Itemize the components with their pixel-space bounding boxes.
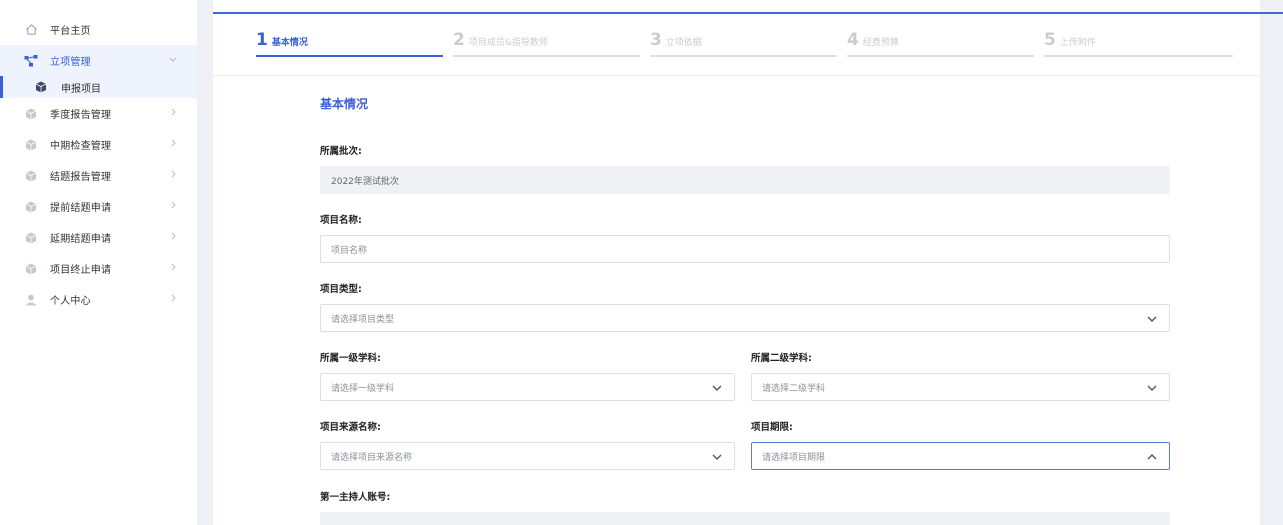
step-number: 3: [650, 30, 662, 50]
step-label: 项目成员&指导教师: [468, 38, 548, 48]
cube-icon: [24, 107, 38, 121]
chevron-right-icon: [171, 263, 177, 274]
user-icon: [24, 293, 38, 307]
sidebar-item-label: 个人中心: [50, 296, 91, 307]
sidebar-item-quarterly-report[interactable]: 季度报告管理: [0, 98, 197, 129]
cube-icon: [35, 81, 47, 93]
host-account-label: 第一主持人账号:: [320, 492, 391, 503]
host-account-field: [320, 512, 1170, 525]
project-name-placeholder: 项目名称: [331, 245, 368, 256]
sidebar-item-label: 申报项目: [61, 83, 101, 95]
sidebar-item-declare-project[interactable]: 申报项目: [0, 76, 197, 98]
period-placeholder: 请选择项目期限: [762, 452, 826, 463]
chevron-up-icon: [1147, 452, 1157, 462]
sidebar-item-label: 延期结题申请: [50, 234, 112, 245]
home-icon: [24, 23, 38, 37]
step-underline: [650, 55, 837, 57]
cube-icon: [24, 231, 38, 245]
sidebar-item-final-report[interactable]: 结题报告管理: [0, 160, 197, 191]
chevron-right-icon: [171, 108, 177, 119]
batch-label: 所属批次:: [320, 146, 362, 157]
sidebar-item-early-completion[interactable]: 提前结题申请: [0, 191, 197, 222]
step-number: 1: [256, 30, 268, 50]
sidebar-item-project-management[interactable]: 立项管理: [0, 45, 197, 76]
right-gutter: [1260, 0, 1283, 525]
source-placeholder: 请选择项目来源名称: [331, 452, 413, 463]
project-name-label: 项目名称:: [320, 215, 362, 226]
sidebar-item-label: 立项管理: [50, 57, 91, 68]
project-type-placeholder: 请选择项目类型: [331, 314, 395, 325]
cube-icon: [24, 262, 38, 276]
cube-icon: [24, 138, 38, 152]
sidebar-item-home[interactable]: 平台主页: [0, 14, 197, 45]
cube-icon: [24, 200, 38, 214]
step-label: 基本情况: [271, 38, 308, 48]
sidebar-item-label: 提前结题申请: [50, 203, 112, 214]
period-label: 项目期限:: [751, 422, 793, 433]
sidebar-item-label: 季度报告管理: [50, 110, 112, 121]
subject2-label: 所属二级学科:: [751, 353, 812, 364]
source-label: 项目来源名称:: [320, 422, 381, 433]
step-bar: 1 基本情况 2 项目成员&指导教师 3 立项依据 4 经费预算 5 上传附件: [213, 14, 1260, 76]
period-select[interactable]: 请选择项目期限: [751, 442, 1170, 470]
project-type-label: 项目类型:: [320, 284, 362, 295]
step-number: 4: [847, 30, 859, 50]
subject2-select[interactable]: 请选择二级学科: [751, 373, 1170, 401]
step-underline: [1044, 55, 1233, 57]
tree-icon: [24, 54, 38, 68]
step-underline: [847, 55, 1034, 57]
sidebar-item-personal-center[interactable]: 个人中心: [0, 284, 197, 315]
source-select[interactable]: 请选择项目来源名称: [320, 442, 735, 470]
step-number: 2: [453, 30, 465, 50]
subject1-label: 所属一级学科:: [320, 353, 381, 364]
chevron-right-icon: [171, 232, 177, 243]
step-label: 上传附件: [1059, 38, 1096, 48]
chevron-down-icon: [712, 452, 722, 462]
batch-field: 2022年测试批次: [320, 166, 1170, 194]
subject1-placeholder: 请选择一级学科: [331, 383, 395, 394]
sidebar-item-label: 中期检查管理: [50, 141, 112, 152]
chevron-down-icon: [1147, 314, 1157, 324]
chevron-right-icon: [171, 139, 177, 150]
chevron-right-icon: [171, 170, 177, 181]
sidebar-item-label: 结题报告管理: [50, 172, 112, 183]
step-underline: [256, 55, 443, 57]
main-content: 1 基本情况 2 项目成员&指导教师 3 立项依据 4 经费预算 5 上传附件 …: [213, 0, 1283, 525]
chevron-right-icon: [171, 294, 177, 305]
sidebar-item-termination[interactable]: 项目终止申请: [0, 253, 197, 284]
sidebar: 平台主页 立项管理 申报项目 季度报告管理 中期检查管理 结题报告管理 提前结题…: [0, 0, 198, 525]
sidebar-item-extension[interactable]: 延期结题申请: [0, 222, 197, 253]
subject1-select[interactable]: 请选择一级学科: [320, 373, 735, 401]
batch-value: 2022年测试批次: [331, 176, 399, 187]
chevron-down-icon: [712, 383, 722, 393]
section-title: 基本情况: [320, 97, 369, 111]
step-number: 5: [1044, 30, 1056, 50]
subject2-placeholder: 请选择二级学科: [762, 383, 826, 394]
project-type-select[interactable]: 请选择项目类型: [320, 304, 1170, 332]
chevron-right-icon: [171, 201, 177, 212]
step-underline: [453, 55, 640, 57]
chevron-down-icon: [169, 56, 177, 66]
sidebar-item-midterm-check[interactable]: 中期检查管理: [0, 129, 197, 160]
cube-icon: [24, 169, 38, 183]
project-name-input[interactable]: 项目名称: [320, 235, 1170, 263]
sidebar-item-label: 平台主页: [50, 26, 91, 37]
sidebar-item-label: 项目终止申请: [50, 265, 112, 276]
step-label: 经费预算: [862, 38, 899, 48]
chevron-down-icon: [1147, 383, 1157, 393]
sidebar-gutter: [198, 0, 213, 525]
step-label: 立项依据: [665, 38, 702, 48]
